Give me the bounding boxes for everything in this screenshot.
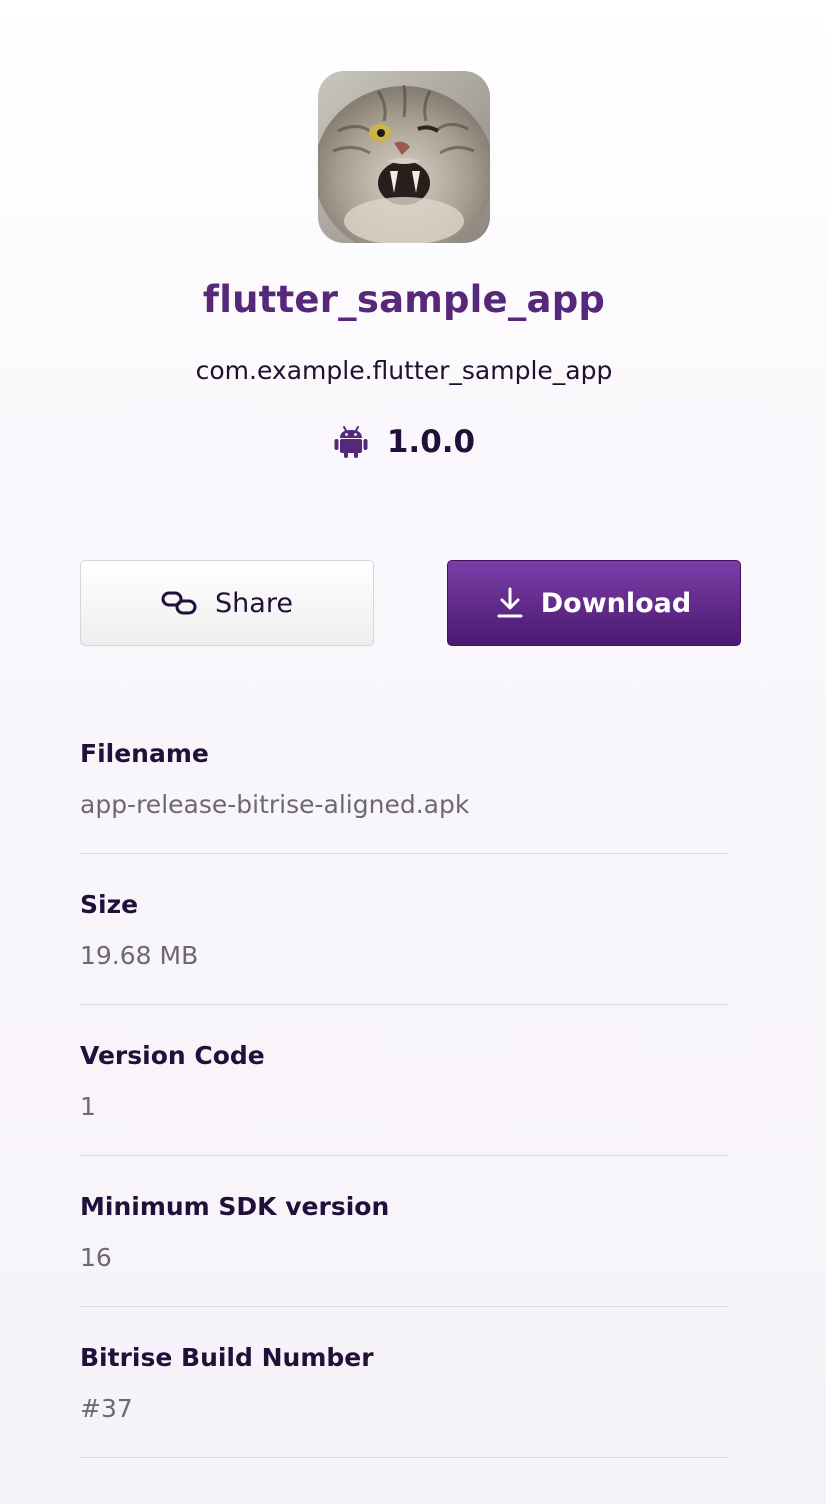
detail-size: Size 19.68 MB bbox=[80, 854, 728, 1005]
app-icon bbox=[318, 71, 490, 243]
detail-value: app-release-bitrise-aligned.apk bbox=[80, 790, 470, 819]
android-icon bbox=[334, 426, 368, 458]
detail-value: 19.68 MB bbox=[80, 941, 199, 970]
detail-value: 1 bbox=[80, 1092, 96, 1121]
download-button-label: Download bbox=[540, 587, 692, 619]
detail-filename: Filename app-release-bitrise-aligned.apk bbox=[80, 703, 728, 854]
download-icon bbox=[497, 587, 523, 618]
detail-label: Size bbox=[80, 890, 139, 919]
detail-label: Minimum SDK version bbox=[80, 1192, 390, 1221]
detail-min-sdk: Minimum SDK version 16 bbox=[80, 1156, 728, 1307]
app-name: flutter_sample_app bbox=[202, 278, 606, 321]
bundle-id: com.example.flutter_sample_app bbox=[195, 356, 613, 385]
version-row: 1.0.0 bbox=[0, 424, 808, 460]
version-number: 1.0.0 bbox=[386, 424, 476, 460]
detail-value: 16 bbox=[80, 1243, 112, 1272]
detail-value: #37 bbox=[80, 1394, 133, 1423]
detail-build-number: Bitrise Build Number #37 bbox=[80, 1307, 728, 1458]
detail-label: Version Code bbox=[80, 1041, 265, 1070]
details-list: Filename app-release-bitrise-aligned.apk… bbox=[80, 703, 728, 1458]
link-icon bbox=[161, 591, 197, 615]
detail-label: Filename bbox=[80, 739, 209, 768]
download-button[interactable]: Download bbox=[447, 560, 741, 646]
share-button-label: Share bbox=[215, 587, 293, 619]
detail-label: Bitrise Build Number bbox=[80, 1343, 374, 1372]
detail-version-code: Version Code 1 bbox=[80, 1005, 728, 1156]
share-button[interactable]: Share bbox=[80, 560, 374, 646]
